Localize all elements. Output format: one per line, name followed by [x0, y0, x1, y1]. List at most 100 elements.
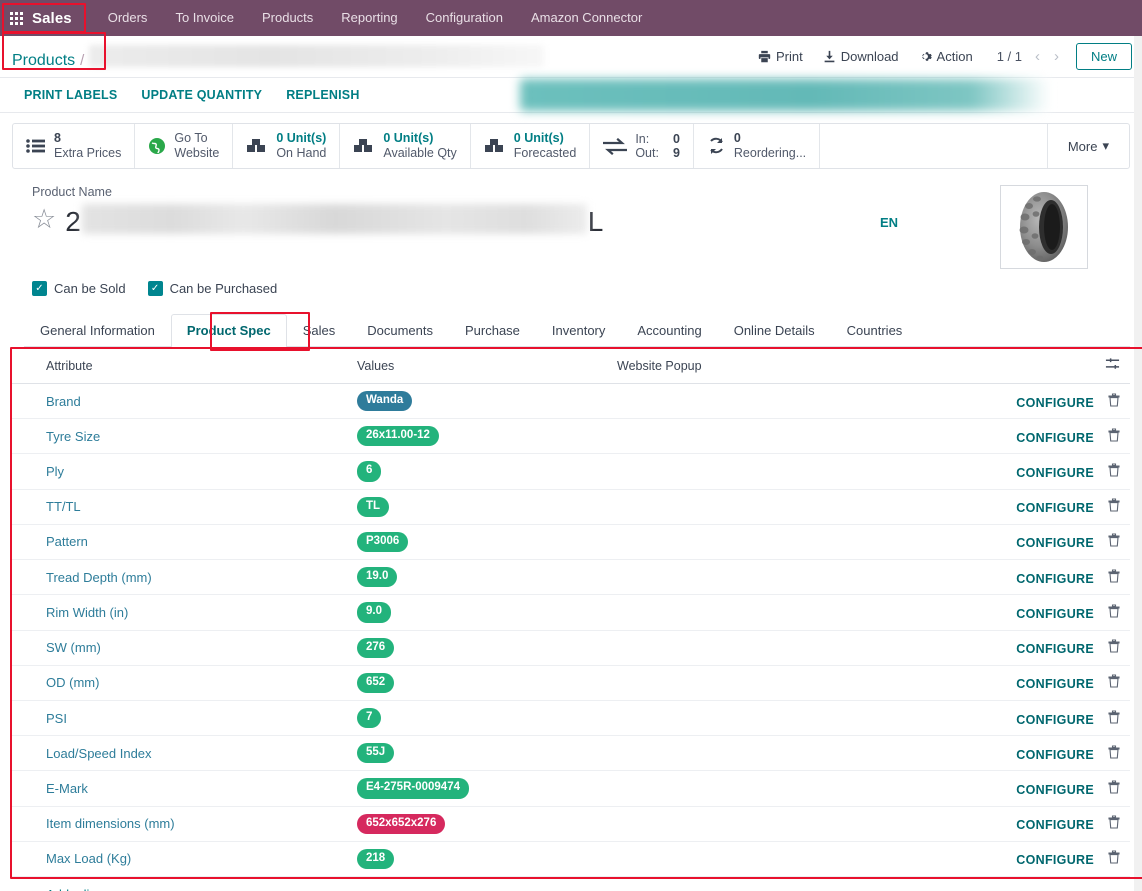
configure-button[interactable]: CONFIGURE [1016, 642, 1094, 656]
configure-button[interactable]: CONFIGURE [1016, 572, 1094, 586]
stat-button-extra-prices[interactable]: 8 Extra Prices [13, 124, 136, 168]
column-header-attribute[interactable]: Attribute [12, 347, 357, 384]
trash-icon[interactable] [1108, 639, 1120, 656]
cell-website-popup[interactable] [617, 700, 977, 737]
configure-button[interactable]: CONFIGURE [1016, 431, 1094, 445]
trash-icon[interactable] [1108, 428, 1120, 445]
configure-button[interactable]: CONFIGURE [1016, 748, 1094, 762]
tab-online-details[interactable]: Online Details [718, 314, 831, 347]
stat-button-in-out[interactable]: In: 0 Out: 9 [590, 124, 694, 168]
replenish-button[interactable]: REPLENISH [274, 88, 371, 102]
action-button[interactable]: Action [909, 45, 983, 68]
trash-icon[interactable] [1108, 533, 1120, 550]
configure-button[interactable]: CONFIGURE [1016, 818, 1094, 832]
table-row[interactable]: Brand Wanda CONFIGURE [12, 383, 1130, 420]
configure-button[interactable]: CONFIGURE [1016, 853, 1094, 867]
configure-button[interactable]: CONFIGURE [1016, 501, 1094, 515]
attribute-link[interactable]: Ply [46, 464, 64, 479]
cell-values[interactable]: 9.0 [357, 594, 617, 631]
nav-item-reporting[interactable]: Reporting [327, 0, 411, 36]
tab-documents[interactable]: Documents [351, 314, 449, 347]
tab-purchase[interactable]: Purchase [449, 314, 536, 347]
table-row[interactable]: PSI 7 CONFIGURE [12, 700, 1130, 737]
table-row[interactable]: SW (mm) 276 CONFIGURE [12, 630, 1130, 666]
table-row[interactable]: Rim Width (in) 9.0 CONFIGURE [12, 594, 1130, 631]
tab-general-information[interactable]: General Information [24, 314, 171, 347]
stat-button-on-hand[interactable]: 0 Unit(s) On Hand [233, 124, 341, 168]
nav-item-products[interactable]: Products [248, 0, 327, 36]
cell-values[interactable]: 19.0 [357, 559, 617, 596]
cell-website-popup[interactable] [617, 418, 977, 455]
nav-item-orders[interactable]: Orders [94, 0, 162, 36]
can-be-sold-checkbox[interactable]: ✓ Can be Sold [32, 281, 126, 296]
cell-values[interactable]: E4-275R-0009474 [357, 770, 617, 807]
configure-button[interactable]: CONFIGURE [1016, 607, 1094, 621]
pager-next-icon[interactable]: › [1047, 49, 1066, 64]
trash-icon[interactable] [1108, 674, 1120, 691]
attribute-link[interactable]: Tread Depth (mm) [46, 570, 152, 585]
cell-website-popup[interactable] [617, 559, 977, 596]
cell-values[interactable]: 218 [357, 841, 617, 878]
attribute-link[interactable]: TT/TL [46, 499, 81, 514]
print-button[interactable]: Print [748, 45, 813, 68]
column-header-website-popup[interactable]: Website Popup [617, 347, 977, 384]
cell-website-popup[interactable] [617, 383, 977, 420]
stat-button-go-to-website[interactable]: Go To Website [135, 124, 234, 168]
table-row[interactable]: Load/Speed Index 55J CONFIGURE [12, 735, 1130, 772]
configure-button[interactable]: CONFIGURE [1016, 466, 1094, 480]
table-row[interactable]: OD (mm) 652 CONFIGURE [12, 665, 1130, 701]
table-row[interactable]: Tyre Size 26x11.00-12 CONFIGURE [12, 418, 1130, 455]
configure-button[interactable]: CONFIGURE [1016, 677, 1094, 691]
trash-icon[interactable] [1108, 463, 1120, 480]
attribute-link[interactable]: Load/Speed Index [46, 746, 152, 761]
table-row[interactable]: Max Load (Kg) 218 CONFIGURE [12, 841, 1130, 878]
table-row[interactable]: Pattern P3006 CONFIGURE [12, 524, 1130, 561]
add-a-line-link[interactable]: Add a line [12, 877, 1130, 891]
attribute-link[interactable]: E-Mark [46, 781, 88, 796]
trash-icon[interactable] [1108, 815, 1120, 832]
can-be-purchased-checkbox[interactable]: ✓ Can be Purchased [147, 281, 277, 296]
download-button[interactable]: Download [813, 45, 909, 68]
nav-item-amazon-connector[interactable]: Amazon Connector [517, 0, 656, 36]
table-row[interactable]: E-Mark E4-275R-0009474 CONFIGURE [12, 770, 1130, 807]
cell-values[interactable]: 26x11.00-12 [357, 418, 617, 455]
nav-item-configuration[interactable]: Configuration [412, 0, 517, 36]
table-row[interactable]: Item dimensions (mm) 652x652x276 CONFIGURE [12, 806, 1130, 842]
trash-icon[interactable] [1108, 780, 1120, 797]
tab-sales[interactable]: Sales [287, 314, 352, 347]
table-row[interactable]: Tread Depth (mm) 19.0 CONFIGURE [12, 559, 1130, 596]
tab-product-spec[interactable]: Product Spec [170, 314, 287, 347]
tab-countries[interactable]: Countries [831, 314, 919, 347]
attribute-link[interactable]: Max Load (Kg) [46, 851, 131, 866]
update-quantity-button[interactable]: UPDATE QUANTITY [129, 88, 274, 102]
cell-values[interactable]: 276 [357, 630, 617, 666]
trash-icon[interactable] [1108, 604, 1120, 621]
cell-values[interactable]: Wanda [357, 383, 617, 420]
stat-button-forecasted[interactable]: 0 Unit(s) Forecasted [471, 124, 591, 168]
stat-button-available-qty[interactable]: 0 Unit(s) Available Qty [340, 124, 471, 168]
table-row[interactable]: TT/TL TL CONFIGURE [12, 489, 1130, 525]
tab-accounting[interactable]: Accounting [621, 314, 717, 347]
cell-values[interactable]: 652x652x276 [357, 806, 617, 842]
configure-button[interactable]: CONFIGURE [1016, 783, 1094, 797]
trash-icon[interactable] [1108, 745, 1120, 762]
configure-button[interactable]: CONFIGURE [1016, 536, 1094, 550]
pager-previous-icon[interactable]: ‹ [1028, 49, 1047, 64]
trash-icon[interactable] [1108, 393, 1120, 410]
cell-values[interactable]: 7 [357, 700, 617, 737]
cell-website-popup[interactable] [617, 453, 977, 490]
attribute-link[interactable]: Rim Width (in) [46, 605, 128, 620]
product-image[interactable] [1000, 185, 1088, 269]
cell-values[interactable]: 6 [357, 453, 617, 490]
attribute-link[interactable]: Item dimensions (mm) [46, 816, 175, 831]
trash-icon[interactable] [1108, 569, 1120, 586]
cell-website-popup[interactable] [617, 489, 977, 525]
print-labels-button[interactable]: PRINT LABELS [12, 88, 129, 102]
trash-icon[interactable] [1108, 498, 1120, 515]
nav-app-name[interactable]: Sales [32, 10, 72, 27]
cell-website-popup[interactable] [617, 630, 977, 666]
cell-website-popup[interactable] [617, 594, 977, 631]
apps-grid-icon[interactable] [10, 11, 23, 25]
configure-button[interactable]: CONFIGURE [1016, 396, 1094, 410]
trash-icon[interactable] [1108, 710, 1120, 727]
